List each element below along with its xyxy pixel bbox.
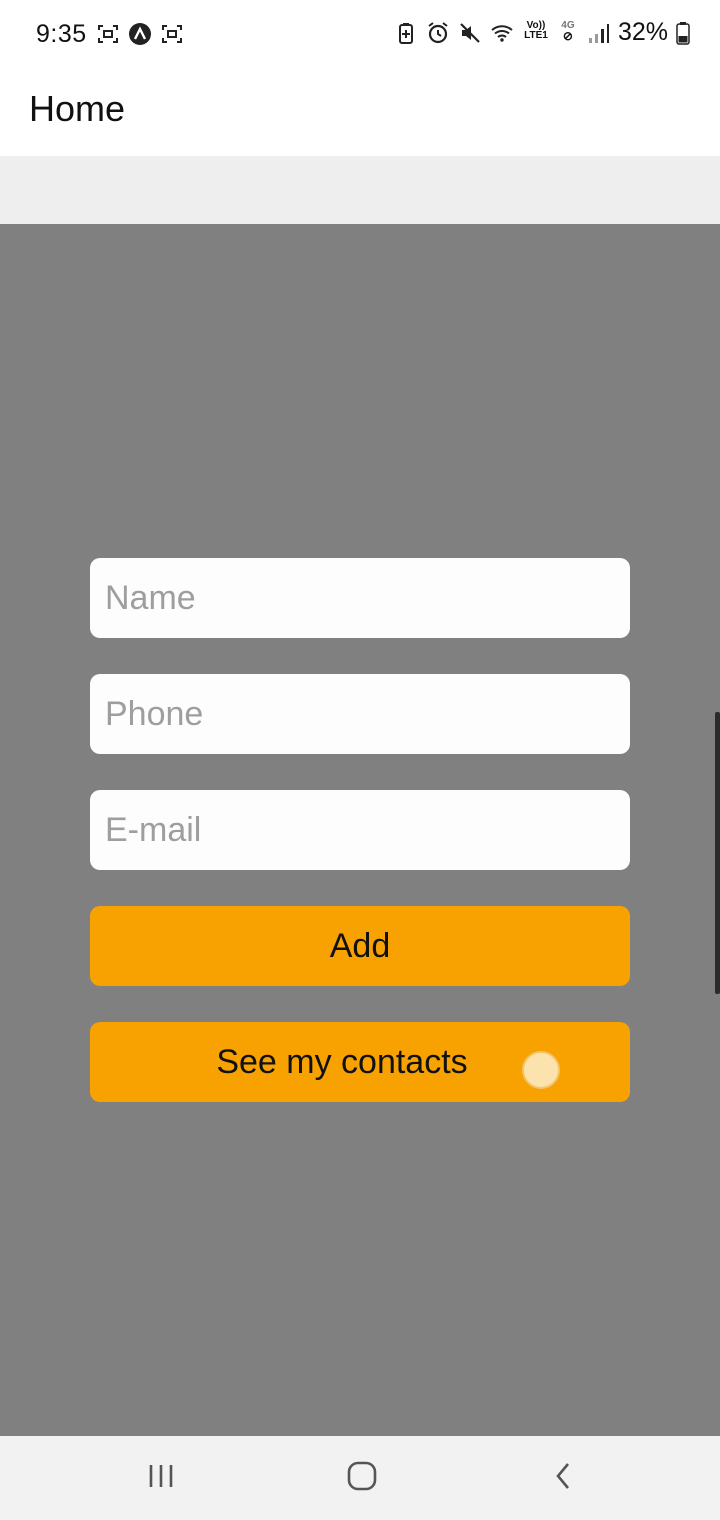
home-button[interactable]	[337, 1456, 387, 1500]
recents-icon	[146, 1463, 176, 1494]
content-background	[0, 156, 720, 224]
alarm-icon	[426, 21, 450, 45]
email-input[interactable]	[90, 790, 630, 870]
recents-button[interactable]	[136, 1456, 186, 1500]
phone-input[interactable]	[90, 674, 630, 754]
status-time: 9:35	[36, 20, 87, 48]
4g-icon: 4G ⊘	[561, 19, 575, 43]
name-input[interactable]	[90, 558, 630, 638]
add-button[interactable]: Add	[90, 906, 630, 986]
signal-icon	[586, 21, 610, 45]
wifi-icon	[490, 21, 514, 45]
back-icon	[553, 1461, 573, 1496]
battery-percent: 32%	[617, 18, 668, 46]
volte-icon: Vo)) LTE1	[524, 19, 548, 41]
status-left-icons	[96, 22, 184, 46]
app-a-icon	[128, 22, 152, 46]
screenshot-icon	[96, 22, 120, 46]
app-bar: Home	[0, 70, 720, 157]
see-contacts-label: See my contacts	[216, 1042, 468, 1081]
battery-icon	[676, 21, 690, 45]
scrollbar[interactable]	[715, 712, 720, 994]
back-button[interactable]	[538, 1456, 588, 1500]
system-nav-bar	[0, 1436, 720, 1520]
mute-icon	[458, 21, 482, 45]
page-title: Home	[29, 88, 126, 129]
home-icon	[347, 1461, 377, 1496]
battery-saver-icon	[394, 21, 418, 45]
screenshot-icon	[160, 22, 184, 46]
add-button-label: Add	[329, 926, 391, 965]
touch-indicator-icon	[522, 1051, 560, 1089]
status-right-icons: Vo)) LTE1 4G ⊘ 32%	[394, 18, 690, 47]
status-bar: 9:35 Vo)) LTE1 4G ⊘ 32%	[0, 0, 720, 70]
